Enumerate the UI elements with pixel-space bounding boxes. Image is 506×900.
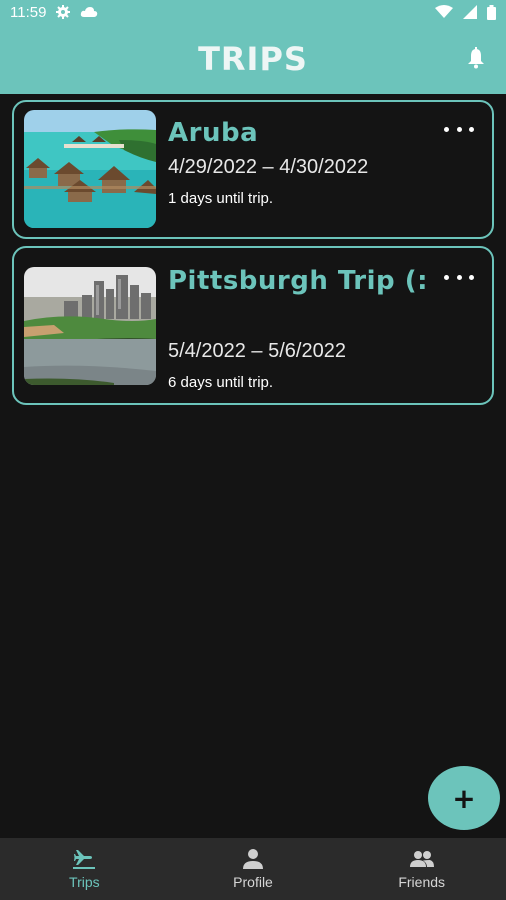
nav-item-trips[interactable]: Trips [0, 838, 169, 900]
status-time: 11:59 [10, 3, 47, 21]
trip-countdown: 6 days until trip. [168, 374, 274, 391]
people-icon [409, 851, 434, 867]
nav-label: Friends [398, 874, 446, 890]
airplane-icon [73, 850, 96, 869]
more-options-icon[interactable] [444, 122, 474, 136]
aruba-thumbnail [24, 110, 156, 228]
add-trip-button[interactable]: + [428, 766, 500, 830]
nav-item-friends[interactable]: Friends [337, 838, 506, 900]
pittsburgh-thumbnail [24, 267, 156, 385]
page-title: TRIPS [198, 40, 308, 78]
bottom-nav: Trips Profile Friends [0, 838, 506, 900]
bell-icon[interactable] [464, 46, 488, 70]
trip-name: Pittsburgh Trip (: [168, 266, 428, 296]
nav-item-profile[interactable]: Profile [169, 838, 338, 900]
app-bar: TRIPS [0, 24, 506, 94]
wifi-icon [435, 5, 453, 19]
cloud-icon [80, 6, 98, 18]
trip-card[interactable]: Pittsburgh Trip (: 5/4/2022 – 5/6/2022 6… [12, 246, 494, 405]
trip-dates: 4/29/2022 – 4/30/2022 [168, 156, 369, 178]
person-icon [243, 849, 263, 869]
gear-icon [56, 5, 71, 19]
plus-icon: + [452, 781, 476, 815]
signal-icon [463, 5, 477, 19]
trip-name: Aruba [168, 118, 259, 148]
battery-icon [487, 4, 496, 20]
status-bar: 11:59 [0, 0, 506, 24]
trip-dates: 5/4/2022 – 5/6/2022 [168, 340, 346, 362]
nav-label: Profile [233, 874, 273, 890]
more-options-icon[interactable] [444, 270, 474, 284]
nav-label: Trips [69, 874, 100, 890]
trip-countdown: 1 days until trip. [168, 190, 274, 207]
trip-card[interactable]: Aruba 4/29/2022 – 4/30/2022 1 days until… [12, 100, 494, 239]
